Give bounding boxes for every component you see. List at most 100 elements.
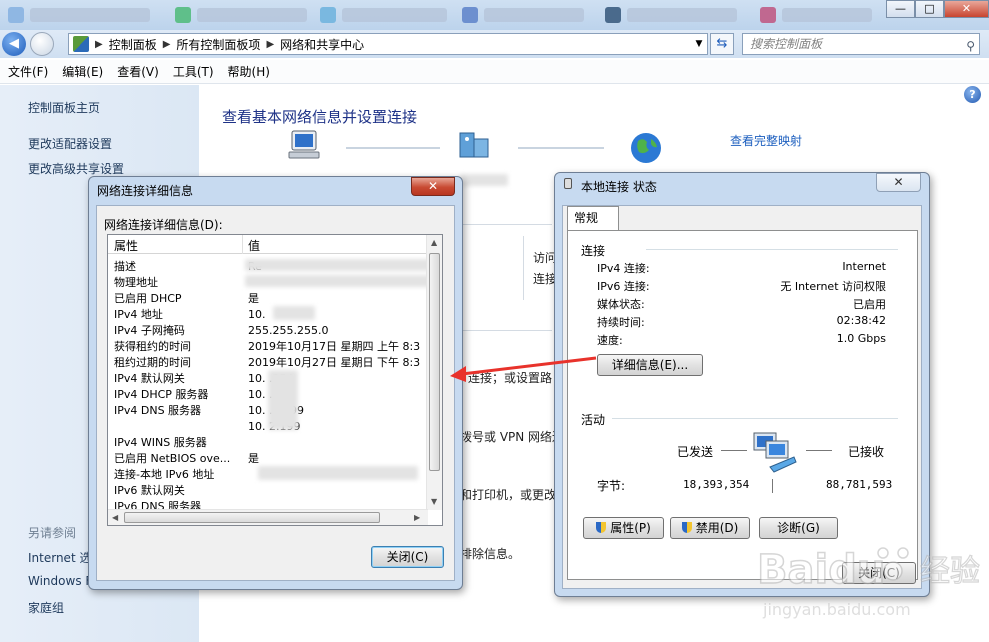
link-change-adapter-settings[interactable]: 更改适配器设置 — [28, 135, 112, 152]
redacted-value — [268, 370, 298, 430]
activity-tick — [772, 479, 773, 493]
redacted-network-name — [460, 174, 508, 186]
dialup-vpn-text: 拨号或 VPN 网络连 — [460, 430, 565, 444]
details-row-property[interactable]: IPv4 子网掩码 — [114, 323, 185, 339]
forward-button[interactable] — [30, 32, 54, 56]
bytes-label: 字节: — [597, 479, 626, 493]
menu-bar: 文件(F) 编辑(E) 查看(V) 工具(T) 帮助(H) — [0, 60, 989, 84]
help-icon[interactable]: ? — [964, 86, 981, 103]
details-row-property[interactable]: 描述 — [114, 259, 136, 275]
network-link-line — [518, 147, 604, 149]
menu-edit[interactable]: 编辑(E) — [62, 63, 103, 80]
breadcrumb-all-items[interactable]: 所有控制面板项 — [176, 36, 260, 53]
window-caption-buttons: — □ ✕ — [886, 0, 989, 18]
details-row-property[interactable]: 租约过期的时间 — [114, 355, 191, 371]
details-row-property[interactable]: 物理地址 — [114, 275, 158, 291]
column-header-value[interactable]: 值 — [248, 237, 260, 254]
details-row-property[interactable]: IPv6 默认网关 — [114, 483, 185, 499]
menu-help[interactable]: 帮助(H) — [228, 63, 270, 80]
menu-tools[interactable]: 工具(T) — [173, 63, 214, 80]
details-row-value[interactable]: 是 — [248, 451, 259, 467]
see-also-title: 另请参阅 — [28, 526, 77, 540]
breadcrumb-network-center[interactable]: 网络和共享中心 — [280, 36, 364, 53]
vertical-scroll-thumb[interactable] — [429, 253, 440, 471]
details-row-value[interactable]: 255.255.255.0 — [248, 323, 328, 339]
breadcrumb-control-panel[interactable]: 控制面板 — [109, 36, 157, 53]
details-row-property[interactable]: 已启用 NetBIOS ove... — [114, 451, 230, 467]
network-plug-icon — [564, 178, 572, 189]
section-line — [612, 418, 898, 419]
minimize-button[interactable]: — — [886, 0, 915, 18]
link-internet-options[interactable]: Internet 选 — [28, 549, 91, 566]
properties-button[interactable]: 属性(P) — [583, 517, 664, 539]
status-field-value: 1.0 Gbps — [836, 332, 886, 345]
status-dialog-close-x[interactable]: ✕ — [876, 173, 921, 192]
app-icon — [462, 7, 478, 23]
details-row-property[interactable]: IPv4 DHCP 服务器 — [114, 387, 208, 403]
refresh-button[interactable]: ⇆ — [710, 33, 734, 55]
menu-file[interactable]: 文件(F) — [8, 63, 48, 80]
page-title: 查看基本网络信息并设置连接 — [222, 108, 418, 126]
network-link-line — [346, 147, 440, 149]
link-advanced-sharing[interactable]: 更改高级共享设置 — [28, 160, 124, 177]
details-header: 属性 值 — [108, 235, 428, 254]
details-row-value[interactable]: 是 — [248, 291, 259, 307]
taskbar-strip: — □ ✕ — [0, 0, 989, 30]
connection-section-title: 连接 — [581, 244, 606, 258]
scroll-right-icon[interactable]: ▶ — [414, 513, 420, 522]
maximize-button[interactable]: □ — [915, 0, 944, 18]
shield-icon — [681, 522, 692, 533]
redacted-value — [273, 306, 315, 320]
link-control-panel-home[interactable]: 控制面板主页 — [28, 99, 100, 116]
shield-icon — [596, 522, 607, 533]
details-row-property[interactable]: IPv4 地址 — [114, 307, 163, 323]
watermark-url: jingyan.baidu.com — [762, 600, 911, 619]
back-button[interactable]: ◀ — [2, 32, 26, 56]
details-row-value[interactable]: 10. — [248, 307, 266, 323]
details-row-property[interactable]: 获得租约的时间 — [114, 339, 191, 355]
app-icon — [760, 7, 776, 23]
window-close-button[interactable]: ✕ — [944, 0, 989, 18]
details-horizontal-scrollbar[interactable]: ◀ ▶ — [108, 509, 428, 525]
search-icon[interactable]: ⚲ — [966, 36, 975, 56]
horizontal-scroll-thumb[interactable] — [124, 512, 380, 523]
details-row-value[interactable]: 2019年10月17日 星期四 上午 8:3 — [248, 339, 420, 355]
tab-general[interactable]: 常规 — [567, 206, 619, 232]
activity-section-title: 活动 — [581, 413, 606, 427]
details-close-button[interactable]: 关闭(C) — [371, 546, 444, 568]
details-vertical-scrollbar[interactable]: ▲ ▼ — [426, 235, 442, 510]
details-row-property[interactable]: IPv4 默认网关 — [114, 371, 185, 387]
sent-line — [721, 450, 747, 451]
printer-sharing-text: 和打印机，或更改 — [460, 488, 557, 502]
details-row-property[interactable]: IPv4 DNS 服务器 — [114, 403, 201, 419]
scroll-up-icon[interactable]: ▲ — [431, 238, 437, 247]
link-homegroup[interactable]: 家庭组 — [28, 599, 64, 616]
status-field-label: 媒体状态: — [597, 298, 645, 311]
details-row-value[interactable]: 2019年10月27日 星期日 下午 8:3 — [248, 355, 420, 371]
network-icon — [459, 132, 489, 158]
link-windows-firewall[interactable]: Windows F — [28, 574, 92, 588]
status-dialog-title: 本地连接 状态 — [581, 180, 657, 194]
details-row-property[interactable]: IPv4 WINS 服务器 — [114, 435, 207, 451]
watermark-brand: Baidu — [757, 547, 885, 593]
address-bar[interactable]: ▶ 控制面板 ▶ 所有控制面板项 ▶ 网络和共享中心 — [68, 33, 708, 55]
address-dropdown-icon[interactable]: ▼ — [690, 33, 708, 55]
details-row-property[interactable]: 已启用 DHCP — [114, 291, 182, 307]
app-icon — [605, 7, 621, 23]
details-listview[interactable]: 属性 值 描述Re物理地址已启用 DHCP是IPv4 地址10.IPv4 子网掩… — [107, 234, 443, 526]
scroll-left-icon[interactable]: ◀ — [112, 513, 118, 522]
view-full-map-link[interactable]: 查看完整映射 — [730, 132, 802, 149]
details-row-property[interactable]: 连接-本地 IPv6 地址 — [114, 467, 214, 483]
tab-blur — [30, 8, 150, 22]
disable-button[interactable]: 禁用(D) — [670, 517, 750, 539]
app-icon — [8, 7, 24, 23]
menu-view[interactable]: 查看(V) — [117, 63, 159, 80]
refresh-icon: ⇆ — [716, 36, 728, 51]
details-dialog-close-x[interactable]: ✕ — [411, 177, 455, 196]
received-line — [806, 450, 832, 451]
details-button[interactable]: 详细信息(E)... — [597, 354, 703, 376]
column-header-property[interactable]: 属性 — [114, 237, 138, 254]
scroll-down-icon[interactable]: ▼ — [431, 497, 437, 506]
search-input[interactable]: 搜索控制面板 ⚲ — [742, 33, 980, 55]
back-arrow-icon: ◀ — [9, 36, 19, 51]
